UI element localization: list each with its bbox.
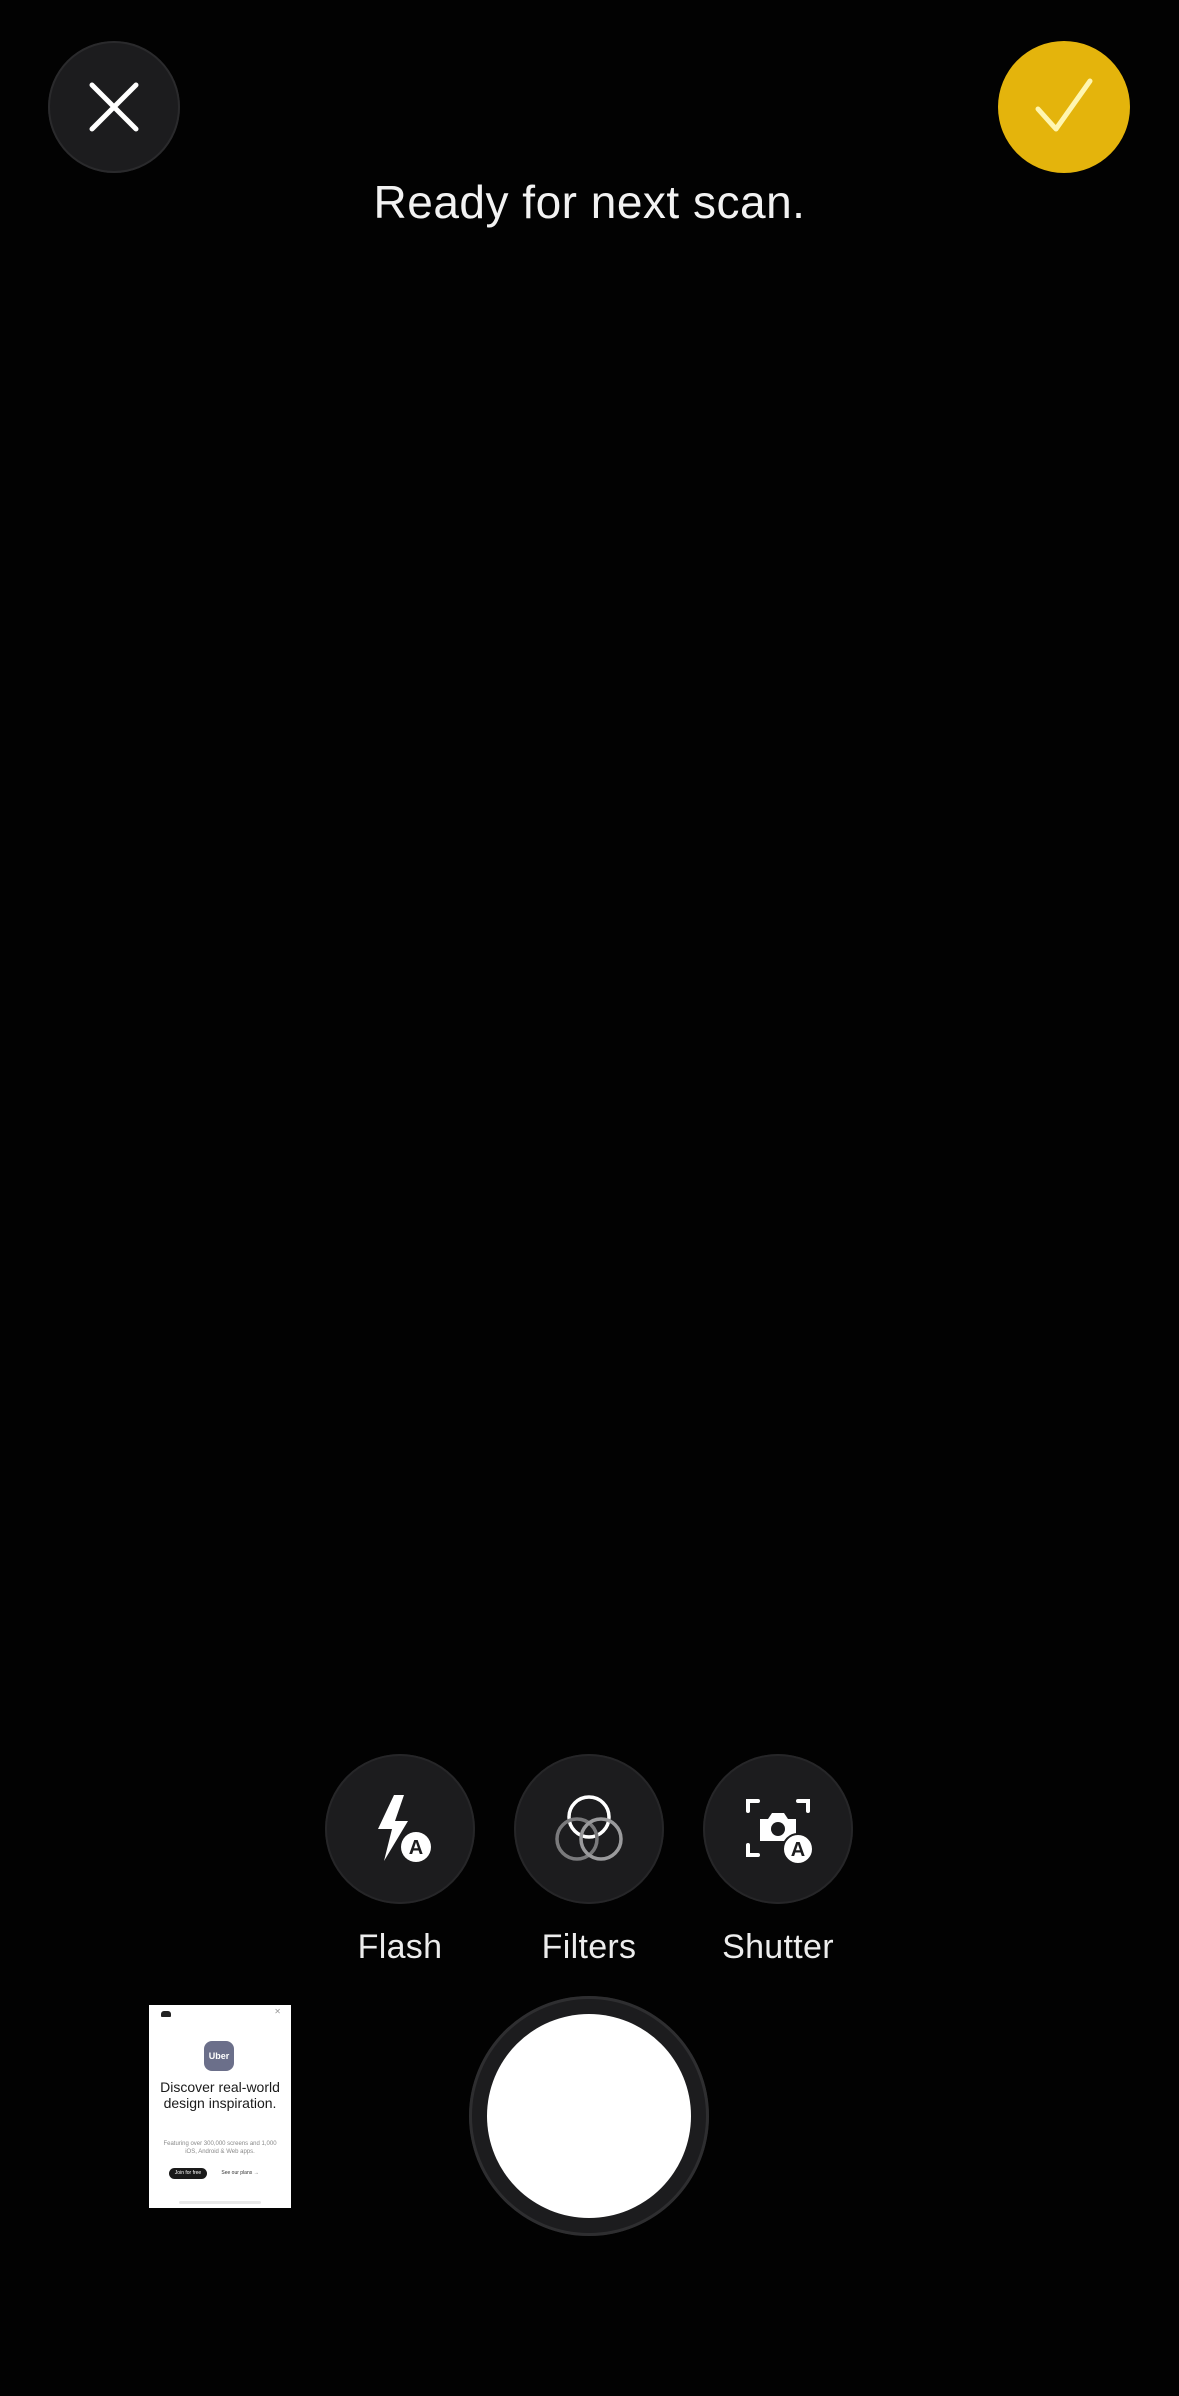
scanned-page-thumbnail[interactable]: ✕ Uber Discover real-world design inspir… xyxy=(149,2005,291,2208)
thumbnail-logo-icon xyxy=(161,2011,171,2017)
auto-shutter-icon: A xyxy=(746,1799,814,1865)
flash-control[interactable]: A Flash xyxy=(325,1754,475,1967)
done-button[interactable] xyxy=(998,41,1130,173)
flash-label: Flash xyxy=(357,1928,443,1966)
flash-auto-icon: A xyxy=(378,1795,431,1862)
thumbnail-app-icon: Uber xyxy=(204,2041,234,2071)
checkmark-icon xyxy=(1035,78,1093,132)
document-scanner-screen: Ready for next scan. A Flash Filters A S… xyxy=(0,0,1179,2396)
svg-text:A: A xyxy=(409,1837,423,1859)
thumbnail-primary-button: Join for free xyxy=(169,2168,207,2179)
filters-icon xyxy=(555,1795,623,1861)
svg-text:A: A xyxy=(791,1839,805,1861)
close-button[interactable] xyxy=(48,41,180,173)
thumbnail-footer xyxy=(179,2201,261,2204)
shutter-label: Shutter xyxy=(722,1928,834,1966)
shutter-button[interactable]: A xyxy=(703,1754,853,1904)
thumbnail-topbar: ✕ xyxy=(149,2005,291,2021)
thumbnail-secondary-button: See our plans → xyxy=(221,2170,259,2176)
scan-status-text: Ready for next scan. xyxy=(373,176,806,228)
filters-control[interactable]: Filters xyxy=(514,1754,664,1967)
capture-button[interactable] xyxy=(469,1996,709,2236)
thumbnail-subtext: Featuring over 300,000 screens and 1,000… xyxy=(163,2141,277,2155)
capture-button-inner xyxy=(487,2014,691,2218)
close-icon xyxy=(89,82,139,132)
filters-label: Filters xyxy=(541,1928,637,1966)
thumbnail-close-icon: ✕ xyxy=(274,2007,281,2016)
flash-button[interactable]: A xyxy=(325,1754,475,1904)
shutter-control[interactable]: A Shutter xyxy=(703,1754,853,1967)
thumbnail-headline: Discover real-world design inspiration. xyxy=(160,2079,280,2111)
filters-button[interactable] xyxy=(514,1754,664,1904)
